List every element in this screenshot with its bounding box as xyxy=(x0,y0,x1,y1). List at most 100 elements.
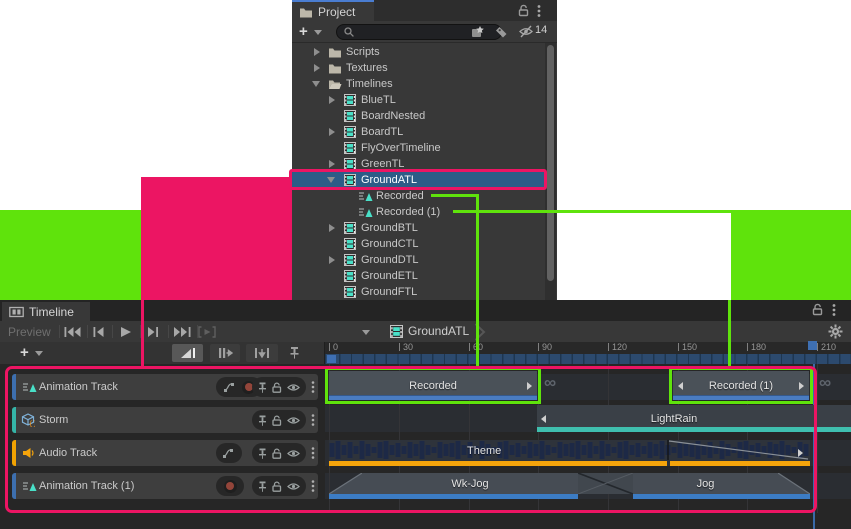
curves-icon xyxy=(180,347,196,359)
search-by-type-icon[interactable] xyxy=(470,25,485,39)
tree-item-groundbtl[interactable]: GroundBTL xyxy=(292,220,545,236)
breadcrumb[interactable]: GroundATL xyxy=(408,324,469,338)
folder-icon xyxy=(299,6,313,18)
ruler-tick: 90 xyxy=(542,343,552,352)
folder-open-icon xyxy=(328,78,342,90)
annotation-green-line-recorded-h xyxy=(431,194,479,197)
ripple-icon xyxy=(218,347,233,359)
pin-icon[interactable] xyxy=(289,346,300,359)
unity-editor: Project + 14 xyxy=(0,0,851,529)
folder-icon xyxy=(328,46,342,58)
timeline-asset-icon xyxy=(344,254,356,266)
tree-item-groundetl[interactable]: GroundETL xyxy=(292,268,545,284)
frame-dropdown-icon[interactable] xyxy=(362,330,370,335)
insert-gap-icon xyxy=(254,347,270,359)
playhead-marker[interactable] xyxy=(327,355,336,363)
timeline-tab-label: Timeline xyxy=(29,305,74,319)
expand-icon[interactable] xyxy=(329,224,335,232)
tree-item-flyovertimeline[interactable]: FlyOverTimeline xyxy=(292,140,545,156)
collapse-icon[interactable] xyxy=(312,81,320,87)
clip-hold-infinity: ∞ xyxy=(819,373,831,393)
tree-item-textures[interactable]: Textures xyxy=(292,60,545,76)
annotation-green-line-recorded-v xyxy=(476,194,479,370)
annotation-pink-connector-line xyxy=(141,300,144,366)
project-panel: Project + 14 xyxy=(292,0,557,300)
timeline-window-icon xyxy=(9,306,24,318)
hidden-count-eye-icon[interactable] xyxy=(518,25,534,38)
goto-start-button[interactable] xyxy=(64,327,81,337)
timeline-asset-icon xyxy=(344,222,356,234)
timeline-asset-icon xyxy=(344,270,356,282)
timeline-asset-icon xyxy=(344,110,356,122)
goto-end-button[interactable] xyxy=(174,327,191,337)
tree-item-recorded[interactable]: Recorded xyxy=(292,188,545,204)
expand-icon[interactable] xyxy=(329,128,335,136)
ruler-tick: 0 xyxy=(333,343,338,352)
tree-item-groundftl[interactable]: GroundFTL xyxy=(292,284,545,300)
track-toolbar: + xyxy=(0,342,325,364)
annotation-green-line-recorded1-v xyxy=(728,300,731,370)
ruler-tick: 120 xyxy=(612,343,627,352)
timeline-asset-icon xyxy=(344,94,356,106)
preview-toggle[interactable]: Preview xyxy=(8,325,51,339)
previous-frame-button[interactable] xyxy=(93,327,104,337)
search-icon xyxy=(343,26,355,38)
timeline-asset-icon xyxy=(344,238,356,250)
tree-item-grounddtl[interactable]: GroundDTL xyxy=(292,252,545,268)
annotation-pink-block xyxy=(141,177,292,300)
menu-dots-icon[interactable] xyxy=(832,303,836,317)
timeline-asset-icon xyxy=(344,126,356,138)
annotation-pink-outline-groundatl xyxy=(289,169,547,190)
curves-view-button[interactable] xyxy=(172,344,203,362)
timeline-asset-icon xyxy=(344,286,356,298)
create-asset-dropdown-icon[interactable] xyxy=(314,30,322,35)
ruler-tick: 30 xyxy=(403,343,413,352)
tree-item-boardnested[interactable]: BoardNested xyxy=(292,108,545,124)
play-button[interactable] xyxy=(121,327,131,337)
play-range-button[interactable] xyxy=(198,326,216,338)
breadcrumb-timeline-icon xyxy=(390,325,403,338)
tree-item-groundctl[interactable]: GroundCTL xyxy=(292,236,545,252)
timeline-titlebar xyxy=(0,300,851,321)
annotation-green-block-right xyxy=(731,210,851,300)
playback-toolbar: Preview 0 GroundATL xyxy=(0,321,851,342)
expand-icon[interactable] xyxy=(314,64,320,72)
project-tab-label: Project xyxy=(318,5,355,19)
animation-clip-icon xyxy=(358,191,373,202)
project-toolbar: + 14 xyxy=(292,21,557,43)
expand-icon[interactable] xyxy=(329,96,335,104)
tab-timeline[interactable]: Timeline xyxy=(2,302,90,321)
animation-clip-icon xyxy=(358,207,373,218)
add-track-button[interactable]: + xyxy=(20,345,29,360)
insert-gap-button[interactable] xyxy=(246,344,278,362)
annotation-pink-outline-tracks xyxy=(5,366,817,513)
ripple-edit-button[interactable] xyxy=(210,344,240,362)
annotation-green-block-left xyxy=(0,210,141,300)
create-asset-button[interactable]: + xyxy=(299,24,308,39)
ruler-tick: 180 xyxy=(751,343,766,352)
hidden-count: 14 xyxy=(535,24,547,36)
timeline-asset-icon xyxy=(344,142,356,154)
tree-item-boardtl[interactable]: BoardTL xyxy=(292,124,545,140)
gear-icon[interactable] xyxy=(828,324,843,339)
next-frame-button[interactable] xyxy=(148,327,159,337)
expand-icon[interactable] xyxy=(314,48,320,56)
tab-project[interactable]: Project xyxy=(292,2,374,21)
ruler-tick: 210 xyxy=(821,343,836,352)
search-by-label-icon[interactable] xyxy=(495,26,508,38)
time-ruler[interactable]: 0 30 60 90 120 150 180 210 xyxy=(325,342,851,364)
menu-dots-icon[interactable] xyxy=(537,4,541,18)
annotation-green-line-recorded1-h xyxy=(453,210,731,213)
expand-icon[interactable] xyxy=(329,160,335,168)
lock-icon[interactable] xyxy=(812,303,823,316)
add-track-dropdown-icon[interactable] xyxy=(35,351,43,356)
expand-icon[interactable] xyxy=(329,256,335,264)
project-scrollbar-thumb[interactable] xyxy=(547,45,554,281)
tree-item-bluetl[interactable]: BlueTL xyxy=(292,92,545,108)
timeline-end-marker[interactable] xyxy=(808,341,817,350)
lock-icon[interactable] xyxy=(518,4,529,17)
tree-item-scripts[interactable]: Scripts xyxy=(292,44,545,60)
tree-item-timelines[interactable]: Timelines xyxy=(292,76,545,92)
ruler-tick: 150 xyxy=(682,343,697,352)
folder-icon xyxy=(328,62,342,74)
